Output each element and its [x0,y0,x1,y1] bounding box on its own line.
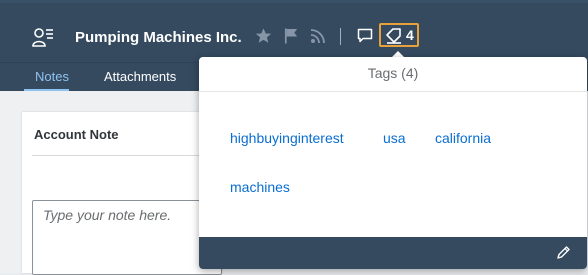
comment-icon[interactable] [357,27,373,45]
follow-feed-icon[interactable] [310,27,326,45]
tag-link[interactable]: usa [383,130,406,146]
flag-icon[interactable] [284,27,299,45]
tag-link[interactable]: highbuyinginterest [230,130,344,146]
tab-attachments[interactable]: Attachments [104,69,176,84]
header-top-strip [0,0,588,3]
account-icon [32,28,53,47]
tag-link[interactable]: machines [230,179,290,195]
tag-link[interactable]: california [435,130,491,146]
tag-icon [386,28,401,44]
popover-title: Tags (4) [199,57,587,92]
favorite-star-icon[interactable] [255,27,272,45]
object-header: Pumping Machines Inc. 4 [0,0,588,62]
account-note-card: Account Note [22,112,222,275]
tags-popover: Tags (4) highbuyinginterest usa californ… [199,57,587,269]
tab-notes[interactable]: Notes [35,69,69,84]
edit-icon[interactable] [555,245,571,261]
card-title: Account Note [34,127,119,142]
page-title: Pumping Machines Inc. [75,29,242,46]
note-input[interactable] [32,200,222,275]
card-separator [32,155,222,156]
tags-button[interactable]: 4 [379,23,419,47]
popover-footer [199,237,587,269]
header-divider [340,28,341,45]
tag-count: 4 [406,27,414,43]
